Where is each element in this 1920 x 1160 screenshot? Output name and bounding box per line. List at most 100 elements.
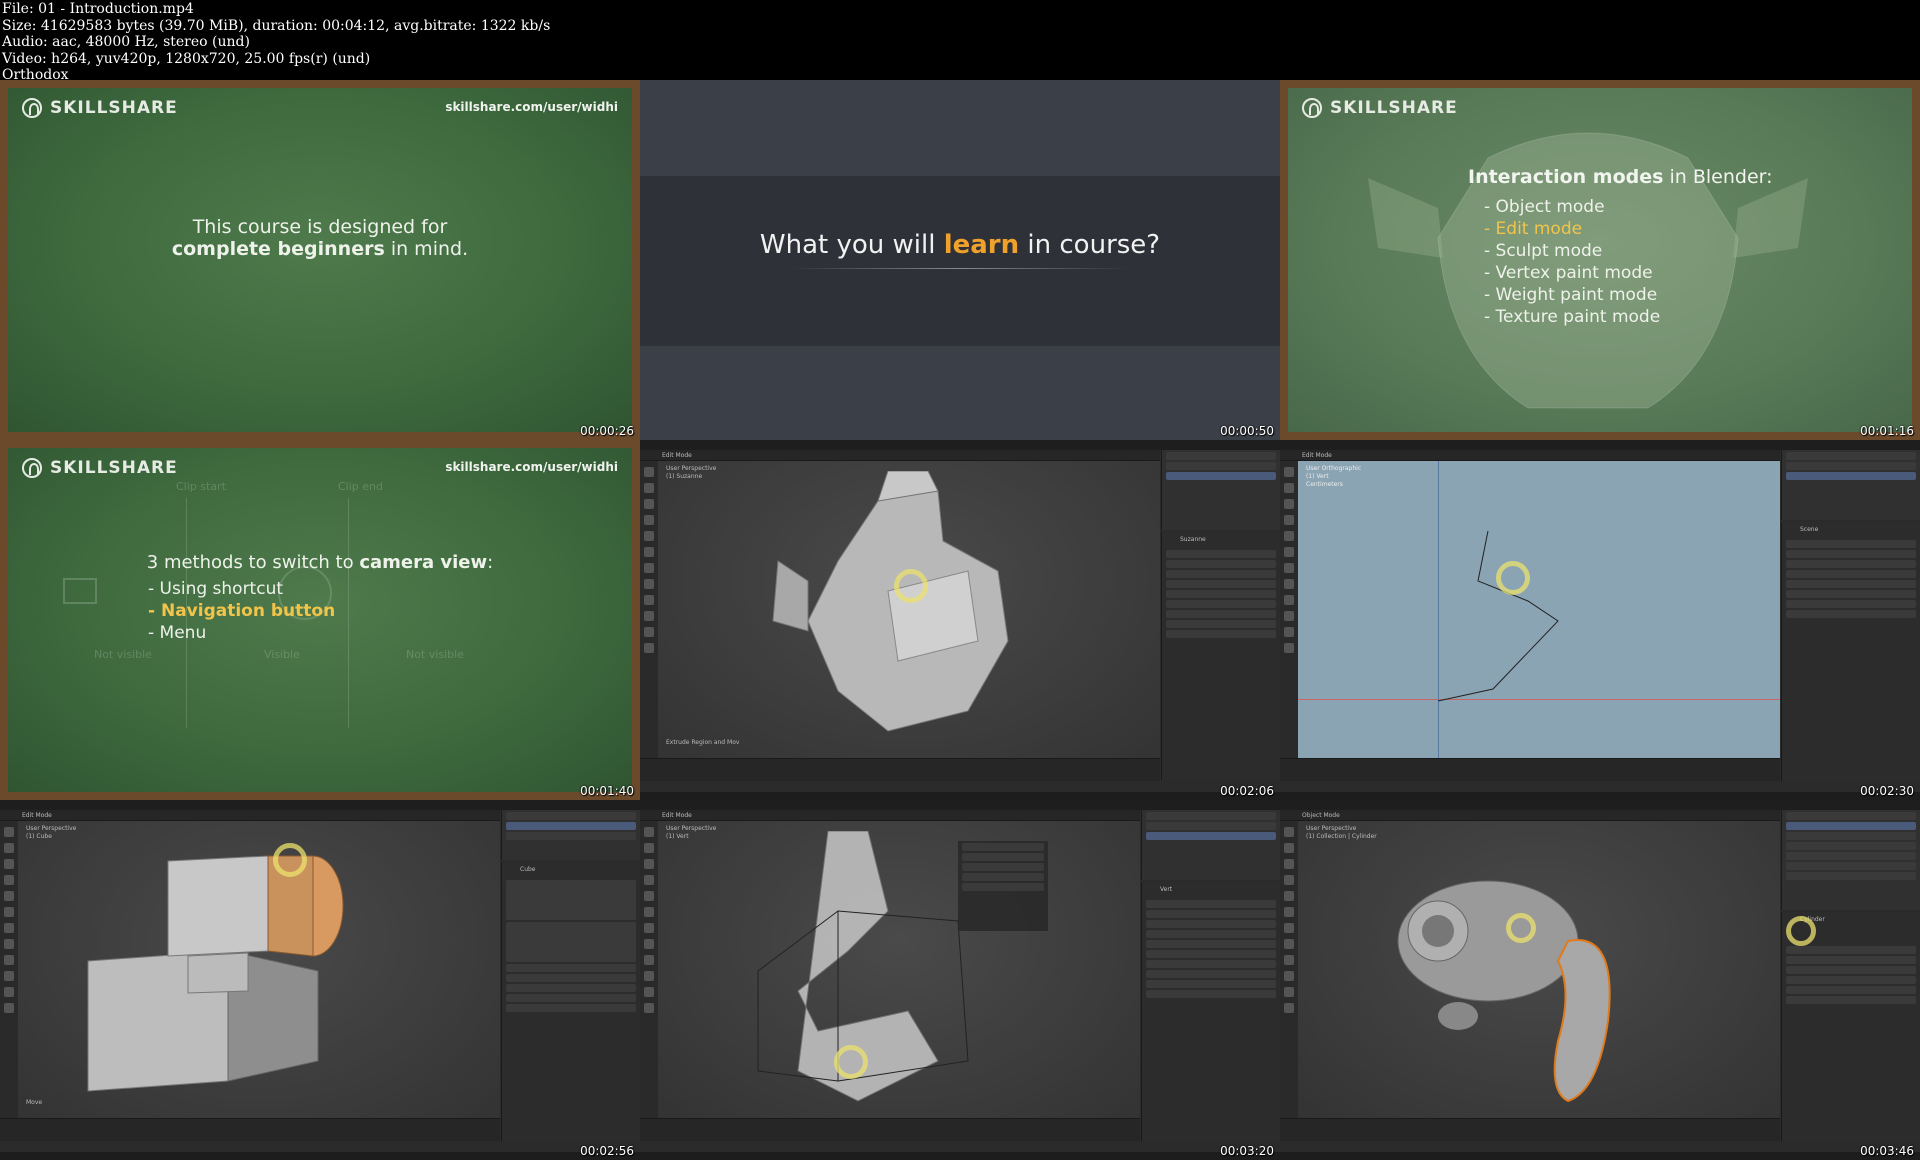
tool-icon[interactable] <box>644 531 654 541</box>
tool-icon[interactable] <box>644 955 654 965</box>
thumbnail-5[interactable]: Edit Mode User Perspective (1) Suzanne E… <box>640 440 1280 800</box>
tool-icon[interactable] <box>4 971 14 981</box>
thumbnail-2[interactable]: What you will learn in course? 00:00:50 <box>640 80 1280 440</box>
tool-icon[interactable] <box>644 923 654 933</box>
tool-icon[interactable] <box>1284 891 1294 901</box>
tool-icon[interactable] <box>4 859 14 869</box>
properties-panel[interactable]: Vert <box>1141 882 1280 1142</box>
tool-icon[interactable] <box>644 1003 654 1013</box>
properties-panel[interactable]: Suzanne <box>1161 532 1280 780</box>
tool-icon[interactable] <box>1284 563 1294 573</box>
properties-panel[interactable]: Cube <box>501 862 640 1142</box>
tool-icon[interactable] <box>644 643 654 653</box>
blender-ui: Edit Mode User Perspective (1) Suzanne E… <box>640 440 1280 800</box>
skillshare-logo: SKILLSHARE <box>22 98 178 118</box>
timeline[interactable] <box>1280 1118 1780 1141</box>
thumbnail-1[interactable]: SKILLSHARE skillshare.com/user/widhi Thi… <box>0 80 640 440</box>
status-bar <box>1280 1152 1920 1160</box>
tool-icon[interactable] <box>1284 843 1294 853</box>
tool-icon[interactable] <box>4 987 14 997</box>
tool-icon[interactable] <box>1284 859 1294 869</box>
tool-icon[interactable] <box>4 939 14 949</box>
tool-icon[interactable] <box>644 827 654 837</box>
tool-icon[interactable] <box>1284 1003 1294 1013</box>
tool-icon[interactable] <box>1284 611 1294 621</box>
tool-icon[interactable] <box>1284 515 1294 525</box>
tool-icon[interactable] <box>644 499 654 509</box>
tool-icon[interactable] <box>1284 643 1294 653</box>
viewport[interactable]: User Perspective (1) Vert <box>658 821 1140 1118</box>
thumbnail-9[interactable]: Object Mode User Perspective (1) Collect… <box>1280 800 1920 1160</box>
thumbnail-4[interactable]: SKILLSHARE skillshare.com/user/widhi Cli… <box>0 440 640 800</box>
tool-icon[interactable] <box>4 923 14 933</box>
timeline[interactable] <box>640 758 1160 781</box>
viewport[interactable]: User Perspective (1) Collection | Cylind… <box>1298 821 1780 1118</box>
viewport-ortho[interactable]: User Orthographic (1) Vert Centimeters <box>1298 461 1780 758</box>
tool-icon[interactable] <box>4 875 14 885</box>
tool-icon[interactable] <box>1284 875 1294 885</box>
tool-icon[interactable] <box>644 843 654 853</box>
tool-icon[interactable] <box>1284 923 1294 933</box>
tool-icon[interactable] <box>644 563 654 573</box>
timeline[interactable] <box>1280 758 1780 781</box>
outliner[interactable] <box>501 810 640 860</box>
viewport-header: Edit Mode <box>640 810 1140 821</box>
vertex-path <box>1437 530 1559 702</box>
tool-icon[interactable] <box>1284 547 1294 557</box>
tool-icon[interactable] <box>1284 939 1294 949</box>
tool-icon[interactable] <box>1284 595 1294 605</box>
outliner[interactable] <box>1781 810 1920 910</box>
tool-icon[interactable] <box>1284 907 1294 917</box>
outliner[interactable] <box>1161 450 1280 530</box>
properties-panel[interactable]: Scene <box>1781 522 1920 782</box>
tool-icon[interactable] <box>1284 971 1294 981</box>
tool-icon[interactable] <box>644 891 654 901</box>
thumbnail-8[interactable]: Edit Mode User Perspective (1) Vert Vert <box>640 800 1280 1160</box>
tool-icon[interactable] <box>1284 627 1294 637</box>
intro-line-1: This course is designed for <box>192 216 448 238</box>
timeline[interactable] <box>0 1118 500 1141</box>
timestamp: 00:01:16 <box>1860 424 1914 438</box>
tool-icon[interactable] <box>1284 467 1294 477</box>
tool-icon[interactable] <box>644 627 654 637</box>
tool-icon[interactable] <box>4 891 14 901</box>
tool-icon[interactable] <box>644 515 654 525</box>
ghost-not-visible: Not visible <box>94 648 152 661</box>
tool-icon[interactable] <box>644 987 654 997</box>
tool-icon[interactable] <box>1284 531 1294 541</box>
tool-icon[interactable] <box>4 827 14 837</box>
thumbnail-7[interactable]: Edit Mode User Perspective (1) Cube Move <box>0 800 640 1160</box>
timeline[interactable] <box>640 1118 1140 1141</box>
tool-icon[interactable] <box>644 971 654 981</box>
tool-icon[interactable] <box>1284 499 1294 509</box>
tool-icon[interactable] <box>1284 955 1294 965</box>
tool-icon[interactable] <box>4 843 14 853</box>
tool-icon[interactable] <box>644 875 654 885</box>
thumbnail-3[interactable]: SKILLSHARE Interaction modes in Blender:… <box>1280 80 1920 440</box>
tool-icon[interactable] <box>4 955 14 965</box>
tool-icon[interactable] <box>1284 579 1294 589</box>
tool-icon[interactable] <box>4 907 14 917</box>
viewport[interactable]: User Perspective (1) Cube Move <box>18 821 500 1118</box>
outliner[interactable] <box>1141 810 1280 880</box>
chalkboard-frame: SKILLSHARE Interaction modes in Blender:… <box>1280 80 1920 440</box>
tool-icon[interactable] <box>644 595 654 605</box>
tool-icon[interactable] <box>644 579 654 589</box>
transform-panel[interactable] <box>958 841 1048 931</box>
tool-icon[interactable] <box>644 939 654 949</box>
outliner[interactable] <box>1781 450 1920 520</box>
tool-icon[interactable] <box>1284 987 1294 997</box>
tool-icon[interactable] <box>644 907 654 917</box>
properties-panel[interactable]: Cylinder <box>1781 912 1920 1142</box>
tool-icon[interactable] <box>644 483 654 493</box>
thumbnail-6[interactable]: Edit Mode User Orthographic (1) Vert Cen… <box>1280 440 1920 800</box>
tool-icon[interactable] <box>644 467 654 477</box>
tool-icon[interactable] <box>644 547 654 557</box>
tool-icon[interactable] <box>4 1003 14 1013</box>
tool-icon[interactable] <box>1284 483 1294 493</box>
camera-heading: 3 methods to switch to camera view: <box>146 552 494 573</box>
tool-icon[interactable] <box>644 859 654 869</box>
tool-icon[interactable] <box>1284 827 1294 837</box>
tool-icon[interactable] <box>644 611 654 621</box>
viewport[interactable]: User Perspective (1) Suzanne Extrude Reg… <box>658 461 1160 758</box>
